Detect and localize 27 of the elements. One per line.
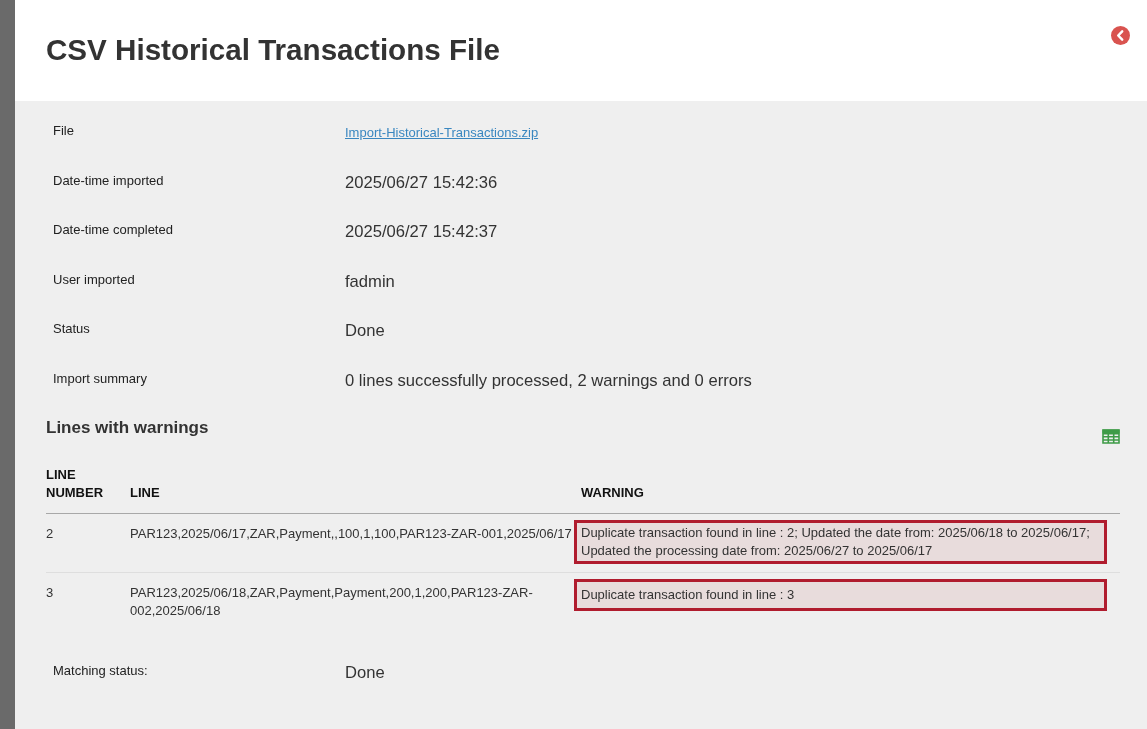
table-cell-text: 2 bbox=[46, 525, 55, 543]
section-title: Lines with warnings bbox=[46, 417, 209, 439]
table-cell-text: PAR123,2025/06/17,ZAR,Payment,,100,1,100,PAR123-ZAR-001,2025/06/17 bbox=[130, 525, 573, 543]
field-label: Date-time completed bbox=[53, 221, 174, 239]
field-value: Done bbox=[345, 320, 385, 342]
field-label: File bbox=[53, 122, 75, 140]
field-value: fadmin bbox=[345, 270, 395, 293]
chevron-left-icon[interactable] bbox=[1111, 26, 1130, 45]
warning-message: Duplicate transaction found in line : 2; Updated the date from: 2025/06/18 to 2025/06/17; Updated the processing date from: 2025/06/27 to 2025/06/17 bbox=[574, 520, 1107, 564]
column-header: LINE bbox=[130, 484, 161, 502]
field-value: Done bbox=[345, 662, 385, 684]
table-cell-text: 3 bbox=[46, 584, 55, 602]
file-link[interactable]: Import-Historical-Transactions.zip bbox=[345, 124, 539, 142]
field-label: Date-time imported bbox=[53, 171, 165, 190]
table-icon[interactable] bbox=[1102, 429, 1120, 444]
warning-message: Duplicate transaction found in line : 3 bbox=[574, 579, 1107, 611]
field-label: User imported bbox=[53, 270, 136, 289]
column-header: WARNING bbox=[580, 484, 645, 502]
field-label: Status bbox=[53, 320, 91, 338]
page-title: CSV Historical Transactions File bbox=[46, 32, 500, 68]
field-value: 2025/06/27 15:42:37 bbox=[345, 221, 498, 243]
field-value: 2025/06/27 15:42:36 bbox=[345, 171, 498, 194]
field-value: 0 lines successfully processed, 2 warnings and 0 errors bbox=[345, 369, 752, 392]
field-label: Import summary bbox=[53, 369, 148, 388]
table-cell-text: PAR123,2025/06/18,ZAR,Payment,Payment,200,1,200,PAR123-ZAR-002,2025/06/18 bbox=[130, 584, 534, 620]
field-label: Matching status: bbox=[53, 662, 149, 680]
column-header: LINE NUMBER bbox=[46, 466, 105, 502]
